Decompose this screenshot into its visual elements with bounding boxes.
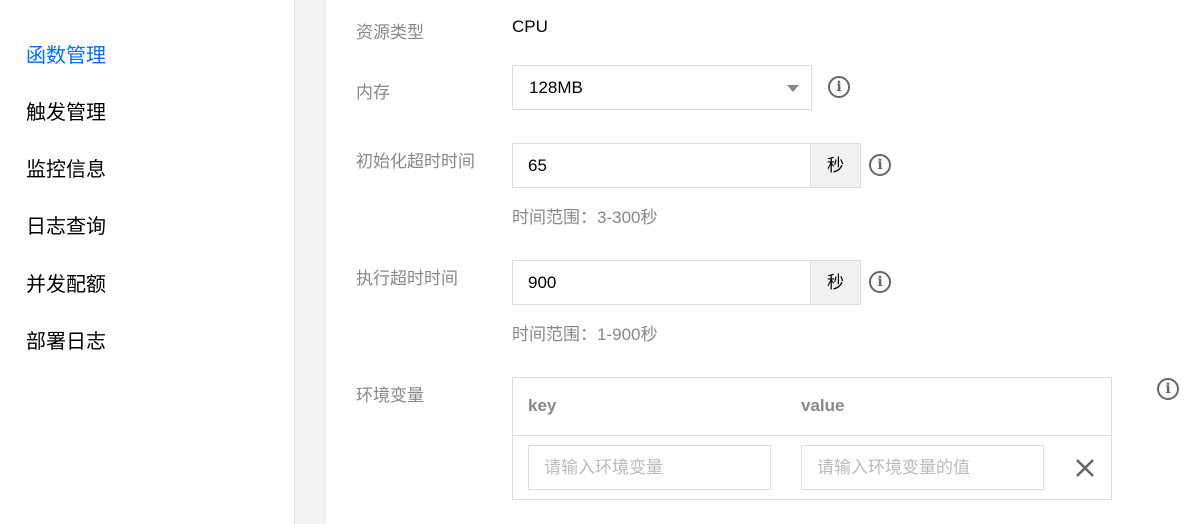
- sidebar-item-function-management[interactable]: 函数管理: [26, 44, 106, 68]
- info-icon[interactable]: i: [828, 76, 850, 98]
- exec-timeout-input-group: 秒: [512, 260, 861, 305]
- env-value-column-header: value: [801, 396, 845, 415]
- env-vars-label: 环境变量: [356, 386, 424, 405]
- exec-timeout-unit: 秒: [810, 261, 860, 304]
- env-key-column-header: key: [528, 396, 557, 415]
- env-value-input[interactable]: [801, 445, 1044, 490]
- info-icon[interactable]: i: [869, 154, 891, 176]
- init-timeout-input-group: 秒: [512, 143, 861, 188]
- sidebar-item-monitoring[interactable]: 监控信息: [26, 158, 106, 182]
- env-vars-table: key value: [512, 377, 1112, 500]
- init-timeout-label: 初始化超时时间: [356, 152, 475, 171]
- panel-divider: [294, 0, 326, 524]
- env-key-input[interactable]: [528, 445, 771, 490]
- resource-type-label: 资源类型: [356, 23, 424, 42]
- info-icon[interactable]: i: [1157, 378, 1179, 400]
- init-timeout-input[interactable]: [513, 144, 811, 187]
- chevron-down-icon: [787, 85, 799, 92]
- info-icon[interactable]: i: [869, 271, 891, 293]
- resource-type-value: CPU: [512, 17, 548, 36]
- close-icon[interactable]: [1073, 456, 1097, 480]
- exec-timeout-input[interactable]: [513, 261, 811, 304]
- sidebar: 函数管理 触发管理 监控信息 日志查询 并发配额 部署日志: [0, 0, 294, 524]
- memory-label: 内存: [356, 83, 390, 102]
- sidebar-item-concurrency-quota[interactable]: 并发配额: [26, 273, 106, 297]
- init-timeout-hint: 时间范围：3-300秒: [512, 208, 658, 227]
- sidebar-item-log-query[interactable]: 日志查询: [26, 215, 106, 239]
- exec-timeout-hint: 时间范围：1-900秒: [512, 325, 658, 344]
- sidebar-item-deploy-log[interactable]: 部署日志: [26, 330, 106, 354]
- sidebar-item-trigger-management[interactable]: 触发管理: [26, 101, 106, 125]
- memory-select-value: 128MB: [529, 78, 583, 97]
- env-vars-table-header: key value: [513, 378, 1111, 436]
- exec-timeout-label: 执行超时时间: [356, 269, 458, 288]
- init-timeout-unit: 秒: [810, 144, 860, 187]
- function-config-form: 资源类型 CPU 内存 128MB i 初始化超时时间 秒 i 时间范围：3-3…: [326, 0, 1204, 524]
- memory-select[interactable]: 128MB: [512, 65, 812, 110]
